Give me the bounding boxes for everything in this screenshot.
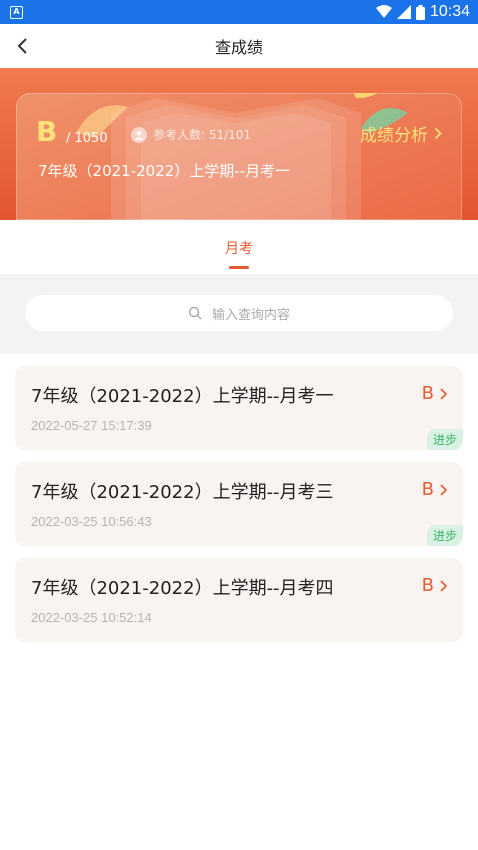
- participants-text: 参考人数: 51/101: [153, 128, 252, 142]
- search-area: 输入查询内容: [0, 274, 478, 354]
- record-title: 7年级（2021-2022）上学期--月考一: [31, 386, 334, 407]
- chevron-right-icon: [440, 387, 447, 400]
- search-input[interactable]: 输入查询内容: [25, 295, 453, 331]
- record-grade: B: [422, 383, 447, 404]
- status-bar: A 10:34: [0, 0, 478, 24]
- person-icon: [131, 126, 147, 143]
- chevron-right-icon: [434, 127, 442, 140]
- record-title: 7年级（2021-2022）上学期--月考四: [31, 578, 334, 599]
- status-icons: 10:34: [375, 3, 470, 21]
- summary-total: / 1050: [66, 131, 108, 146]
- chevron-right-icon: [440, 579, 447, 592]
- wifi-icon: [375, 5, 392, 18]
- tab-bar: 月考: [0, 220, 478, 274]
- tab-label: 月考: [225, 241, 253, 257]
- record-title: 7年级（2021-2022）上学期--月考三: [31, 482, 334, 503]
- chevron-right-icon: [440, 483, 447, 496]
- chevron-left-icon: [17, 38, 27, 54]
- score-analysis-label: 成绩分析: [360, 126, 428, 146]
- summary-grade: B: [36, 115, 58, 148]
- participants-info: 参考人数: 51/101: [131, 126, 251, 143]
- page-title: 查成绩: [214, 38, 263, 57]
- score-analysis-link[interactable]: 成绩分析: [360, 121, 442, 146]
- progress-badge: 进步: [426, 429, 463, 450]
- app-notification-icon: A: [10, 5, 23, 19]
- open-book-illustration: [76, 93, 408, 220]
- exam-record-item[interactable]: 7年级（2021-2022）上学期--月考四 2022-03-25 10:52:…: [15, 558, 463, 642]
- record-grade: B: [422, 479, 447, 500]
- record-time: 2022-03-25 10:52:14: [31, 610, 152, 625]
- record-grade-value: B: [421, 479, 434, 500]
- progress-badge: 进步: [426, 525, 463, 546]
- record-grade-value: B: [421, 575, 434, 596]
- back-button[interactable]: [8, 32, 36, 60]
- exam-record-item[interactable]: 7年级（2021-2022）上学期--月考一 2022-05-27 15:17:…: [15, 366, 463, 450]
- tab-monthly-exam[interactable]: 月考: [225, 238, 253, 269]
- record-time: 2022-03-25 10:56:43: [31, 514, 152, 529]
- nav-bar: 查成绩: [0, 24, 478, 68]
- summary-card: B / 1050 参考人数: 51/101 成绩分析 7年级（2021-2022…: [16, 93, 462, 220]
- exam-record-item[interactable]: 7年级（2021-2022）上学期--月考三 2022-03-25 10:56:…: [15, 462, 463, 546]
- battery-icon: [415, 4, 425, 20]
- record-grade: B: [422, 575, 447, 596]
- cellular-signal-icon: [396, 5, 411, 19]
- clock: 10:34: [429, 3, 470, 20]
- summary-exam-name: 7年级（2021-2022）上学期--月考一: [38, 162, 291, 180]
- search-placeholder: 输入查询内容: [211, 307, 290, 323]
- summary-banner: B / 1050 参考人数: 51/101 成绩分析 7年级（2021-2022…: [0, 68, 478, 220]
- record-grade-value: B: [421, 383, 434, 404]
- search-icon: [188, 306, 202, 320]
- tab-active-indicator: [229, 266, 249, 269]
- record-time: 2022-05-27 15:17:39: [31, 418, 152, 433]
- exam-record-list: 7年级（2021-2022）上学期--月考一 2022-05-27 15:17:…: [0, 354, 478, 642]
